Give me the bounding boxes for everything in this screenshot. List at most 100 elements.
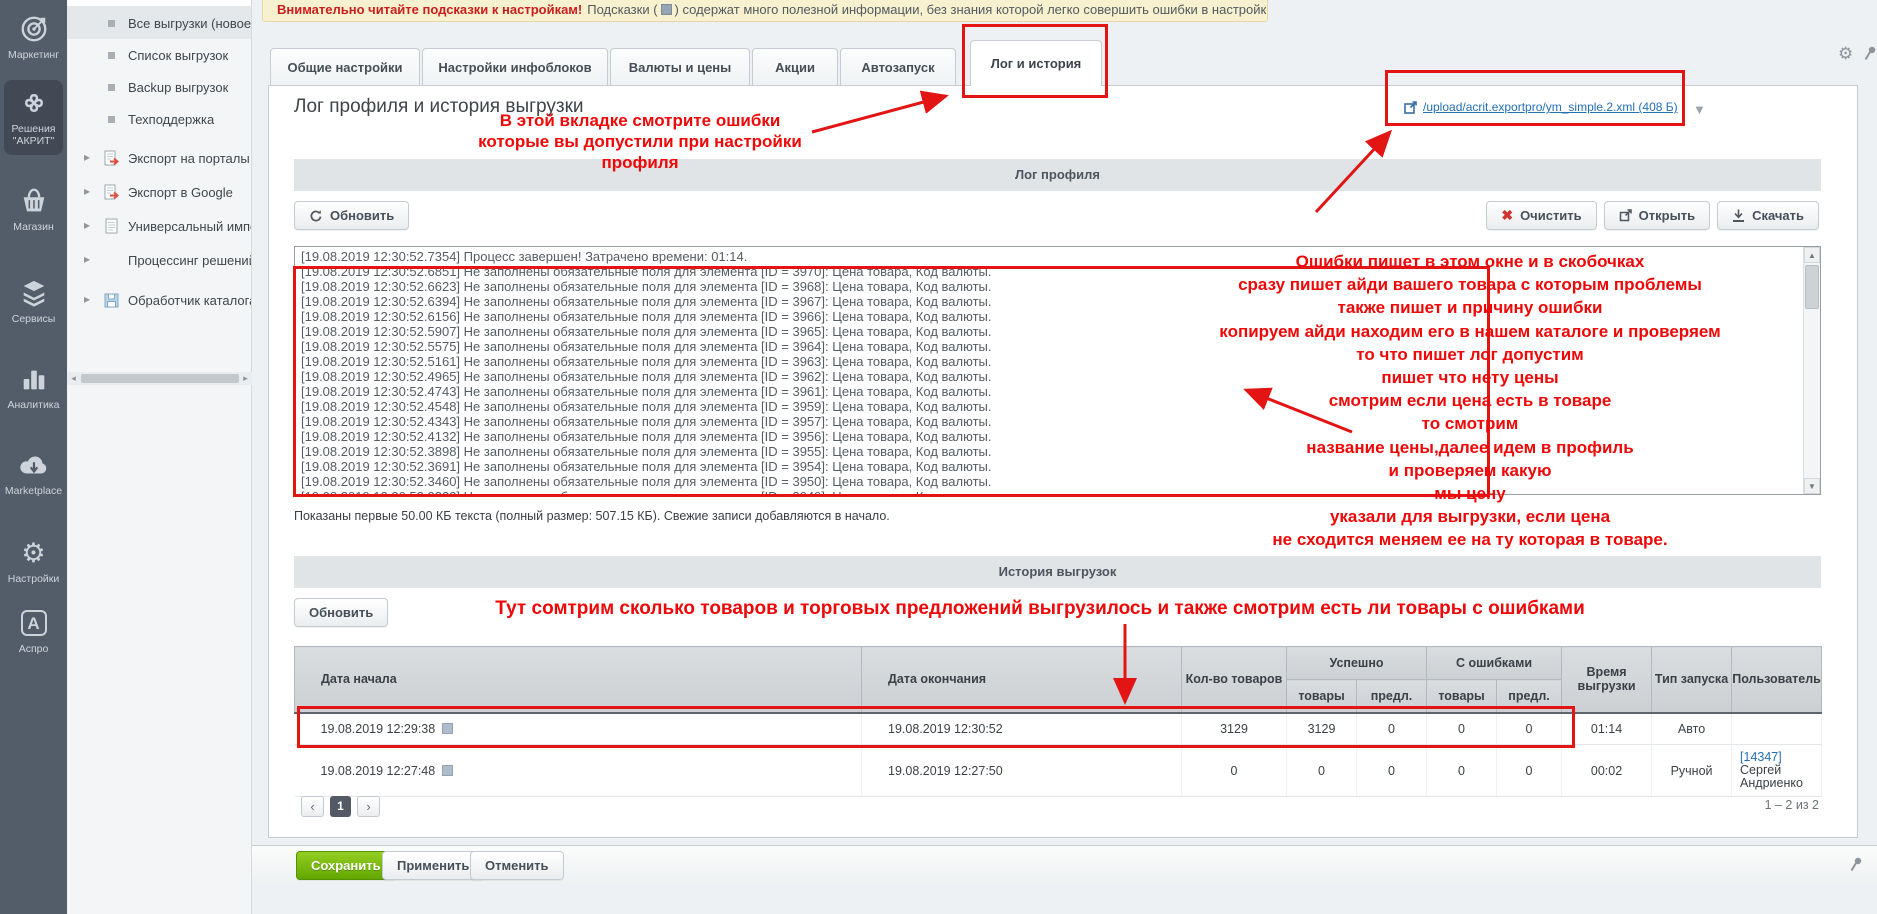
- log-line: [19.08.2019 12:30:52.3898] Не заполнены …: [301, 444, 1797, 459]
- download-log-button[interactable]: Скачать: [1717, 201, 1819, 230]
- hint-icon: [661, 4, 672, 15]
- expand-caret-icon[interactable]: ▸: [84, 184, 90, 198]
- rail-item-2[interactable]: Решения"АКРИТ": [4, 80, 63, 155]
- scroll-down-icon[interactable]: ▼: [1804, 478, 1820, 494]
- expand-caret-icon[interactable]: ▸: [84, 150, 90, 164]
- tab-5[interactable]: Автозапуск: [840, 48, 956, 86]
- rail-item-8[interactable]: A Аспро: [0, 606, 67, 655]
- sidebar-item-label: Список выгрузок: [128, 48, 228, 63]
- sidebar-menu-items: Все выгрузки (новое) Список выгрузок Backu…: [67, 7, 251, 317]
- detail-icon[interactable]: [442, 765, 453, 776]
- pin-icon[interactable]: [1864, 46, 1877, 66]
- export-file-link[interactable]: /upload/acrit.exportpro/ym_simple.2.xml …: [1404, 100, 1678, 114]
- sidebar-item-label: Экспорт в Google: [128, 185, 233, 200]
- col-success-offers: предл.: [1357, 680, 1427, 713]
- tab-4[interactable]: Акции: [752, 48, 838, 86]
- scroll-right-icon[interactable]: ▸: [239, 372, 252, 385]
- pin-footer-icon[interactable]: [1850, 857, 1863, 877]
- download-log-label: Скачать: [1752, 208, 1804, 223]
- log-line: [19.08.2019 12:30:52.4132] Не заполнены …: [301, 429, 1797, 444]
- sidebar-item-2[interactable]: Список выгрузок: [67, 39, 251, 71]
- rail-item-7[interactable]: ⚙ Настройки: [0, 536, 67, 585]
- clear-log-button[interactable]: ✖ Очистить: [1486, 201, 1596, 230]
- expand-caret-icon[interactable]: ▸: [84, 252, 90, 266]
- rail-item-3[interactable]: Магазин: [0, 184, 67, 233]
- tab-3[interactable]: Валюты и цены: [610, 48, 750, 86]
- cloud-download-icon: [0, 448, 67, 482]
- rail-item-label: Маркетинг: [0, 49, 67, 61]
- bullet-icon: [108, 20, 115, 27]
- bullet-icon: [108, 116, 115, 123]
- pagination: ‹ 1 ›: [301, 796, 380, 817]
- user-id-link[interactable]: [14347]: [1740, 750, 1782, 764]
- cell-success-products: 3129: [1287, 713, 1357, 745]
- log-line: [19.08.2019 12:30:52.6156] Не заполнены …: [301, 309, 1797, 324]
- log-line: [19.08.2019 12:30:52.6851] Не заполнены …: [301, 264, 1797, 279]
- pagination-counter: 1 – 2 из 2: [1765, 798, 1819, 812]
- sidebar-item-6[interactable]: ▸ Экспорт в Google: [67, 175, 251, 209]
- expand-caret-icon[interactable]: ▸: [84, 292, 90, 306]
- apply-button[interactable]: Применить: [382, 851, 484, 880]
- cancel-button[interactable]: Отменить: [470, 851, 564, 880]
- refresh-history-label: Обновить: [309, 605, 373, 620]
- layers-icon: [0, 276, 67, 310]
- sidebar-item-label: Техподдержка: [128, 112, 214, 127]
- bullet-icon: [108, 52, 115, 59]
- sidebar-horizontal-scrollbar[interactable]: ◂ ▸: [67, 372, 252, 385]
- sidebar-item-1[interactable]: Все выгрузки (новое): [67, 7, 251, 39]
- refresh-log-button[interactable]: Обновить: [294, 201, 409, 230]
- page-prev-button[interactable]: ‹: [301, 796, 324, 817]
- scroll-left-icon[interactable]: ◂: [67, 372, 80, 385]
- sidebar-item-3[interactable]: Backup выгрузок: [67, 71, 251, 103]
- scroll-up-icon[interactable]: ▲: [1804, 247, 1820, 263]
- sidebar-item-8[interactable]: ▸Процессинг решений 1С-Битр: [67, 243, 251, 277]
- page-current[interactable]: 1: [330, 796, 351, 817]
- form-footer: Сохранить Применить Отменить: [252, 845, 1877, 884]
- collapse-caret-icon[interactable]: ▼: [1693, 102, 1706, 117]
- form-settings-gear-icon[interactable]: ⚙: [1838, 44, 1853, 64]
- bar-chart-icon: [0, 362, 67, 396]
- log-line: [19.08.2019 12:30:52.5575] Не заполнены …: [301, 339, 1797, 354]
- notice-text: Подсказки (: [587, 2, 657, 17]
- rail-item-5[interactable]: Аналитика: [0, 362, 67, 411]
- target-icon: [0, 12, 67, 46]
- col-error-offers: предл.: [1497, 680, 1562, 713]
- rail-item-4[interactable]: Сервисы: [0, 276, 67, 325]
- sidebar-item-7[interactable]: ▸Универсальный импорт: [67, 209, 251, 243]
- tab-2[interactable]: Настройки инфоблоков: [422, 48, 608, 86]
- log-text-area[interactable]: [19.08.2019 12:30:52.7354] Процесс завер…: [294, 246, 1821, 495]
- cell-duration: 01:14: [1562, 713, 1652, 745]
- rail-item-label: Аспро: [0, 643, 67, 655]
- tab-6[interactable]: Лог и история: [970, 40, 1102, 86]
- page-next-button[interactable]: ›: [357, 796, 380, 817]
- external-link-icon: [1404, 101, 1417, 114]
- floppy-icon: [103, 292, 120, 312]
- expand-caret-icon[interactable]: ▸: [84, 218, 90, 232]
- log-line: [19.08.2019 12:30:52.3691] Не заполнены …: [301, 459, 1797, 474]
- rail-item-6[interactable]: Marketplace: [0, 448, 67, 497]
- sidebar-item-label: Все выгрузки (новое): [128, 16, 251, 31]
- refresh-history-button[interactable]: Обновить: [294, 598, 388, 627]
- sidebar-item-9[interactable]: ▸Обработчик каталога: [67, 283, 251, 317]
- refresh-log-label: Обновить: [330, 208, 394, 223]
- log-scrollbar[interactable]: ▲ ▼: [1803, 247, 1820, 494]
- open-log-button[interactable]: Открыть: [1604, 201, 1710, 230]
- sidebar-item-4[interactable]: Техподдержка: [67, 103, 251, 135]
- save-button[interactable]: Сохранить: [296, 851, 396, 880]
- export-file-url: /upload/acrit.exportpro/ym_simple.2.xml …: [1423, 100, 1678, 114]
- col-error-products: товары: [1427, 680, 1497, 713]
- history-section-header: История выгрузок: [294, 556, 1821, 588]
- log-scrollbar-thumb[interactable]: [1805, 265, 1819, 309]
- log-footnote: Показаны первые 50.00 КБ текста (полный …: [294, 509, 890, 523]
- cell-error-products: 0: [1427, 713, 1497, 745]
- col-success-products: товары: [1287, 680, 1357, 713]
- cell-launch-type: Ручной: [1652, 745, 1732, 797]
- tab-1[interactable]: Общие настройки: [270, 48, 420, 86]
- detail-icon[interactable]: [442, 723, 453, 734]
- cell-start-date: 19.08.2019 12:29:38: [295, 713, 862, 745]
- log-line: [19.08.2019 12:30:52.5907] Не заполнены …: [301, 324, 1797, 339]
- rail-item-1[interactable]: Маркетинг: [0, 12, 67, 61]
- log-actions: ✖ Очистить Открыть Скачать: [1486, 201, 1819, 230]
- sidebar-item-5[interactable]: ▸Экспорт на порталы + API: [67, 141, 251, 175]
- scrollbar-thumb[interactable]: [81, 374, 239, 383]
